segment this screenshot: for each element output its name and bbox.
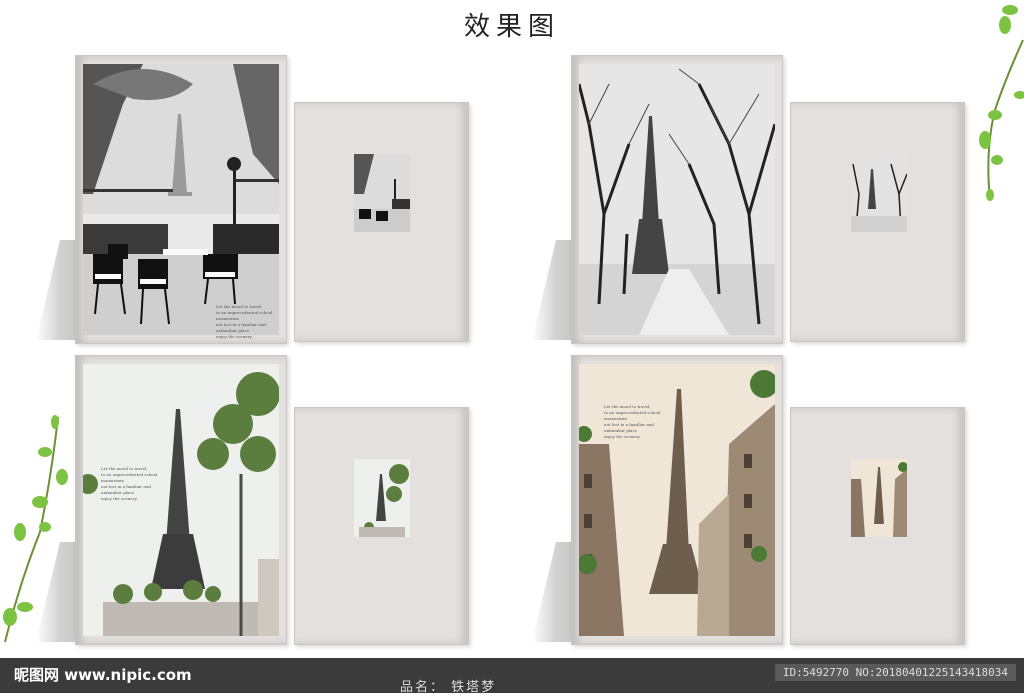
thumb-cafe-eiffel bbox=[354, 154, 410, 232]
branch-leaves-icon bbox=[979, 5, 1024, 201]
page-shadow bbox=[532, 542, 572, 642]
branch-leaves-icon bbox=[3, 415, 68, 643]
image-id: ID:5492770 NO:20180401225143418034 bbox=[774, 664, 1016, 681]
cover-page-4[interactable]: Let the mood to travel, to an unpreceden… bbox=[571, 355, 783, 645]
page-shadow bbox=[532, 240, 572, 340]
back-page-4[interactable] bbox=[790, 407, 965, 645]
thumb-eiffel-street bbox=[851, 459, 907, 537]
page-shadow bbox=[36, 240, 76, 340]
photo-tree-avenue bbox=[579, 64, 775, 335]
cover-page-3[interactable]: Let the mood to travel, to an unpreceden… bbox=[75, 355, 287, 645]
quote-text: Let the mood to travel, to an unpreceden… bbox=[101, 466, 158, 501]
site-logo: 昵图网 www.nipic.com bbox=[14, 666, 192, 684]
quote-text: Let the mood to travel, to an unpreceden… bbox=[604, 404, 661, 439]
cover-page-1[interactable]: Let the mood to travel, to an unpreceden… bbox=[75, 55, 287, 344]
photo-cafe-eiffel bbox=[83, 64, 279, 335]
thumb-eiffel-green-trees bbox=[354, 459, 410, 537]
back-page-2[interactable] bbox=[790, 102, 965, 342]
cover-page-2[interactable] bbox=[571, 55, 783, 344]
thumb-tree-avenue bbox=[851, 154, 907, 232]
quote-text: Let the mood to travel, to an unpreceden… bbox=[216, 304, 273, 339]
product-name-line: 品名： 铁塔梦 bbox=[400, 676, 496, 695]
watermark-footer: 昵图网 www.nipic.com ID:5492770 NO:20180401… bbox=[0, 658, 1024, 695]
back-page-3[interactable] bbox=[294, 407, 469, 645]
page-title: 效果图 bbox=[463, 12, 560, 42]
back-page-1[interactable] bbox=[294, 102, 469, 342]
